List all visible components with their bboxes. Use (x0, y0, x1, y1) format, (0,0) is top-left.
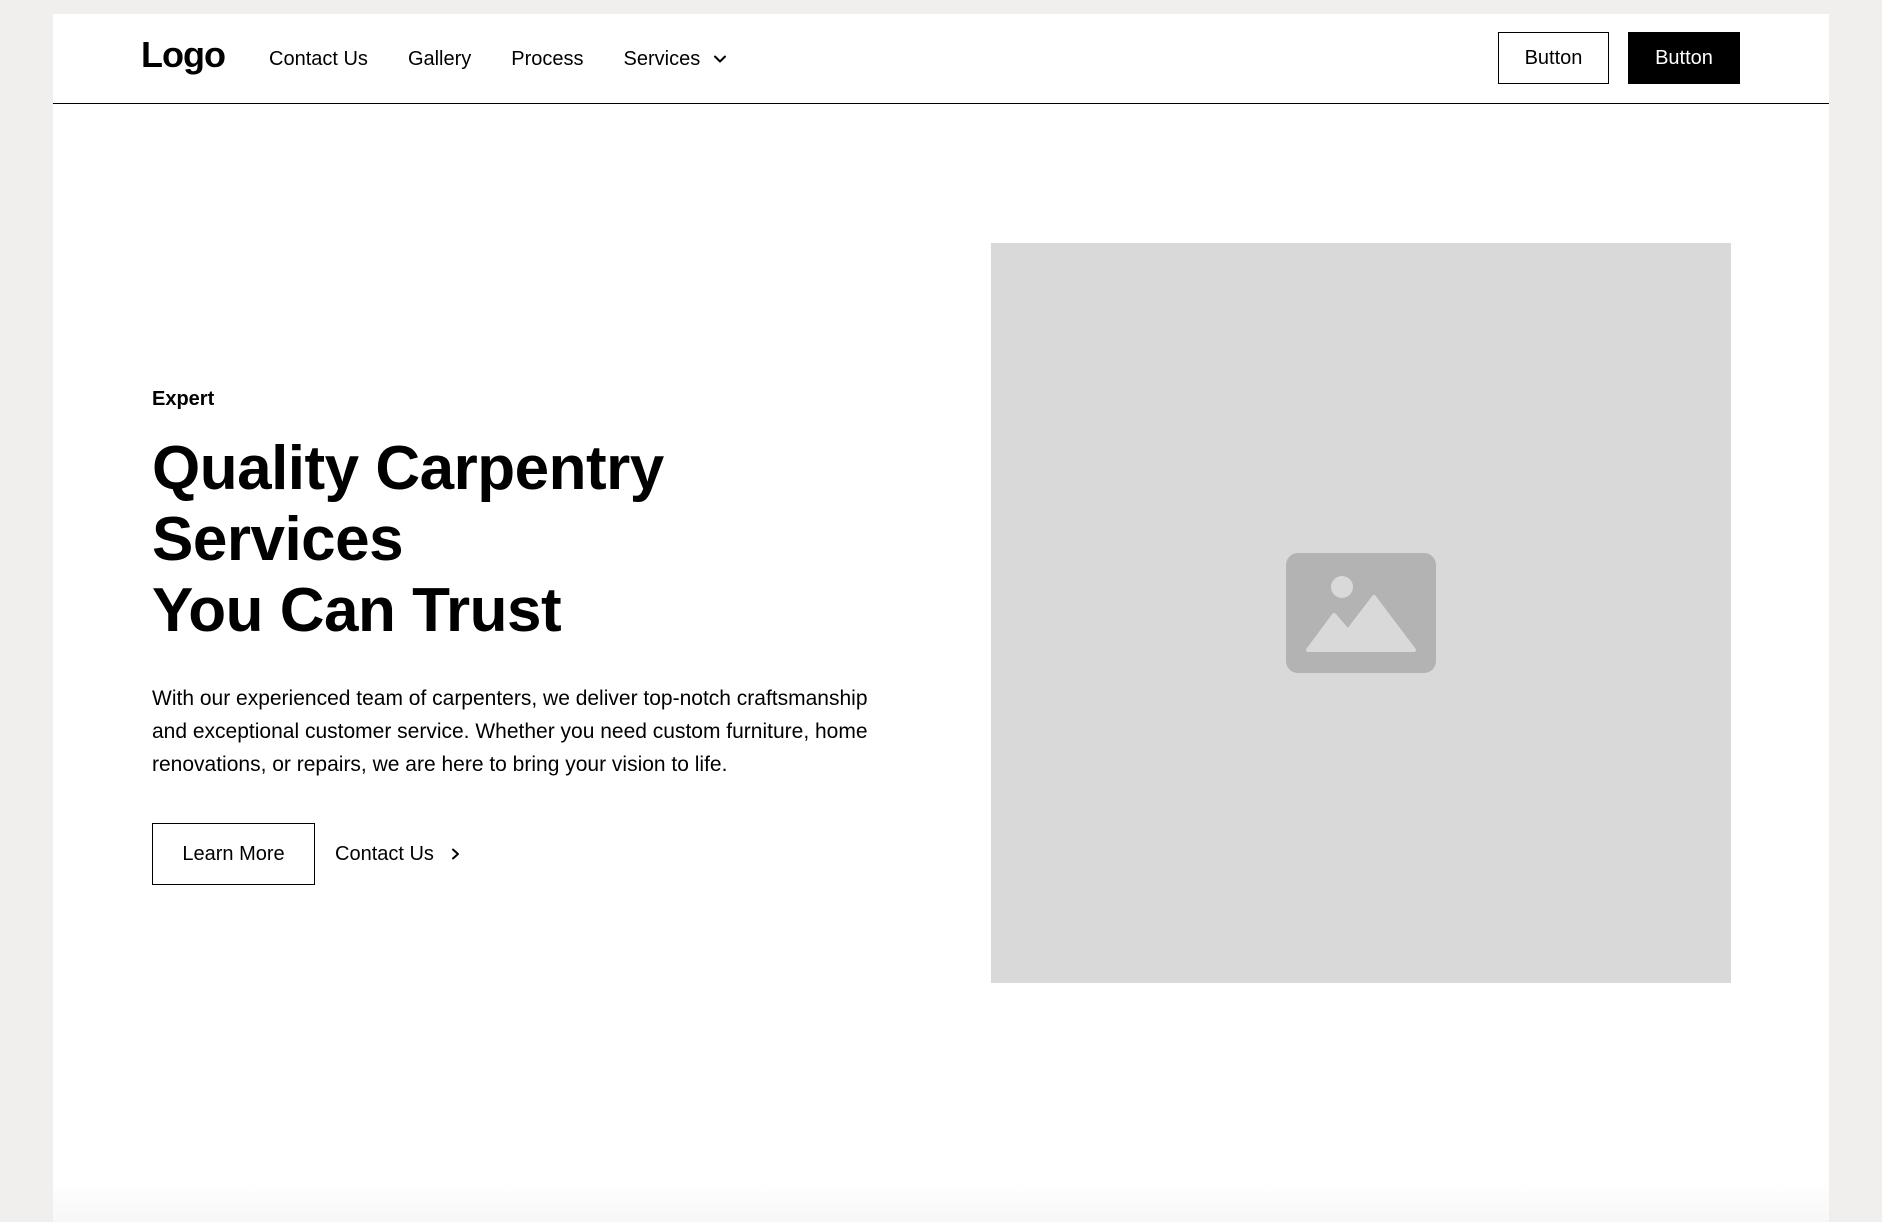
next-section-edge (53, 1182, 1829, 1222)
nav-link-contact[interactable]: Contact Us (269, 48, 368, 71)
contact-us-link-label: Contact Us (335, 842, 434, 865)
navbar: Logo Contact Us Gallery Process Services… (53, 14, 1829, 104)
chevron-right-icon (451, 848, 459, 860)
nav-link-process[interactable]: Process (511, 48, 583, 71)
hero-image-placeholder (991, 243, 1731, 983)
nav-link-gallery[interactable]: Gallery (408, 48, 471, 71)
chevron-down-icon (714, 55, 727, 63)
logo[interactable]: Logo (141, 34, 226, 76)
contact-us-link[interactable]: Contact Us (335, 843, 462, 866)
hero-content: Expert Quality Carpentry Services You Ca… (152, 388, 912, 885)
nav-actions: Button Button (1498, 32, 1740, 84)
primary-button[interactable]: Button (1628, 32, 1740, 84)
page-container: Logo Contact Us Gallery Process Services… (53, 14, 1829, 1222)
hero-headline: Quality Carpentry Services You Can Trust (152, 433, 912, 646)
hero-description: With our experienced team of carpenters,… (152, 687, 868, 776)
secondary-button[interactable]: Button (1498, 32, 1609, 84)
hero-actions: Learn More Contact Us (152, 823, 912, 885)
hero-headline-line-2: You Can Trust (152, 576, 562, 645)
image-placeholder-icon (1286, 553, 1436, 673)
hero-tagline: Expert (152, 388, 215, 410)
nav-dropdown-services[interactable]: Services (624, 48, 729, 71)
hero-headline-line-1: Quality Carpentry Services (152, 434, 664, 574)
learn-more-button[interactable]: Learn More (152, 823, 315, 885)
nav-links: Contact Us Gallery Process Services (269, 14, 728, 104)
nav-dropdown-services-label: Services (623, 47, 701, 70)
